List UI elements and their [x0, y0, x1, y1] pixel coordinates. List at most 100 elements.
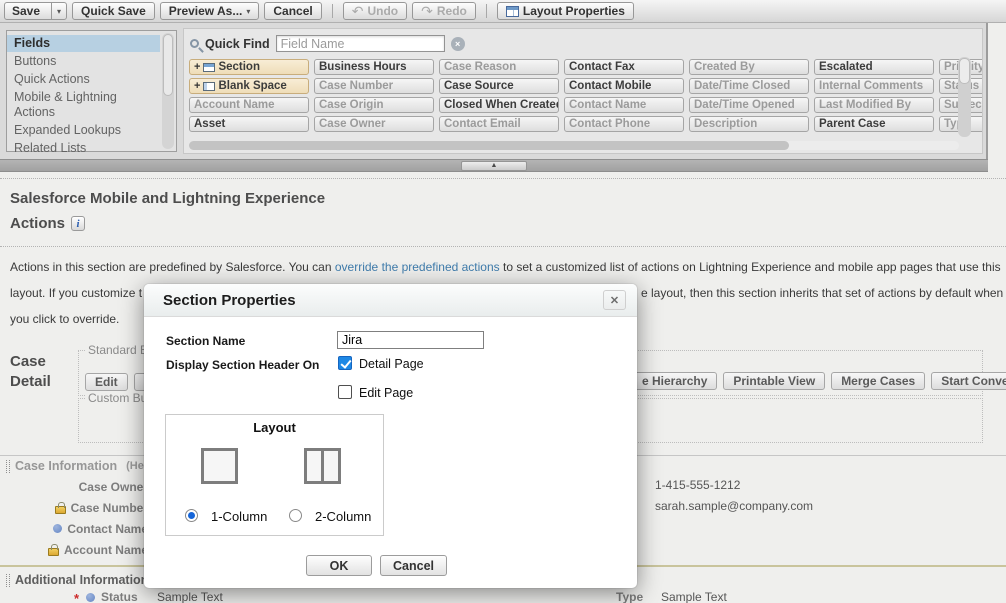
- toolbar-separator: [332, 4, 333, 18]
- additional-information-header: Additional Information: [6, 573, 148, 587]
- sidebar-item-mobile-lightning-actions[interactable]: Mobile & Lightning Actions: [7, 89, 160, 121]
- section-name-input[interactable]: [337, 331, 484, 349]
- palette-item-label: Contact Fax: [569, 60, 635, 74]
- palette-item-parent-case[interactable]: Parent Case: [814, 116, 934, 132]
- palette-item-label: Date/Time Closed: [694, 79, 790, 93]
- button-printable-view[interactable]: Printable View: [723, 372, 825, 390]
- palette-item-case-number[interactable]: Case Number: [314, 78, 434, 94]
- field-label: Account Name: [64, 543, 148, 557]
- two-column-preview-icon: [304, 448, 341, 484]
- quick-find-input[interactable]: [276, 35, 445, 52]
- override-actions-link[interactable]: override the predefined actions: [335, 260, 500, 274]
- palette-item-case-owner[interactable]: Case Owner: [314, 116, 434, 132]
- palette-item-label: Escalated: [819, 60, 873, 74]
- quick-save-button[interactable]: Quick Save: [72, 2, 155, 20]
- preview-as-button[interactable]: Preview As... ▾: [160, 2, 260, 20]
- detail-page-checkbox[interactable]: [338, 356, 352, 370]
- palette-item-label: Section: [218, 60, 260, 74]
- save-button[interactable]: Save ▾: [4, 2, 67, 20]
- one-column-radio-label: 1-Column: [211, 509, 267, 524]
- field-palette-grid: Quick Find × + Section +Blank Space Account…: [183, 28, 983, 154]
- dialog-cancel-button[interactable]: Cancel: [380, 555, 447, 576]
- palette-item-case-reason[interactable]: Case Reason: [439, 59, 559, 75]
- palette-item-created-by[interactable]: Created By: [689, 59, 809, 75]
- edit-page-checkbox[interactable]: [338, 385, 352, 399]
- palette-categories: FieldsButtonsQuick ActionsMobile & Light…: [7, 35, 160, 157]
- palette-item-contact-name[interactable]: Contact Name: [564, 97, 684, 113]
- palette-item-closed-when-created[interactable]: Closed When Created: [439, 97, 559, 113]
- case-detail-title-line2: Detail: [10, 372, 51, 392]
- preview-as-label: Preview As...: [169, 4, 243, 18]
- field-palette: FieldsButtonsQuick ActionsMobile & Light…: [0, 23, 988, 159]
- field-label-row-case-number: Case Number: [0, 497, 148, 518]
- palette-horizontal-scrollbar[interactable]: [189, 141, 959, 150]
- quick-save-label: Quick Save: [81, 4, 146, 18]
- drag-handle-icon[interactable]: [6, 574, 10, 587]
- field-dot-icon: [53, 524, 62, 533]
- palette-item-label: Date/Time Opened: [694, 98, 795, 112]
- contact-email-value: sarah.sample@company.com: [655, 499, 813, 513]
- sidebar-scrollbar-thumb[interactable]: [163, 34, 173, 96]
- palette-item-label: Case Owner: [319, 117, 385, 131]
- sidebar-item-buttons[interactable]: Buttons: [7, 53, 160, 70]
- button-e-hierarchy[interactable]: e Hierarchy: [632, 372, 717, 390]
- drag-handle-icon[interactable]: [6, 460, 10, 473]
- layout-fieldset: Layout 1-Column 2-Column: [165, 414, 384, 536]
- palette-horizontal-scrollbar-thumb[interactable]: [189, 141, 789, 150]
- undo-button[interactable]: ↶ Undo: [343, 2, 407, 20]
- redo-icon: ↷: [421, 5, 433, 17]
- palette-item-account-name[interactable]: Account Name: [189, 97, 309, 113]
- palette-collapse-bar: ▲: [0, 159, 988, 172]
- palette-item-business-hours[interactable]: Business Hours: [314, 59, 434, 75]
- palette-item-last-modified-by[interactable]: Last Modified By: [814, 97, 934, 113]
- info-icon[interactable]: i: [71, 216, 85, 231]
- ok-button[interactable]: OK: [306, 555, 372, 576]
- quick-find-bar: Quick Find ×: [190, 35, 465, 52]
- sidebar-scrollbar[interactable]: [162, 33, 174, 149]
- two-column-radio[interactable]: [289, 509, 302, 522]
- layout-properties-label: Layout Properties: [523, 4, 625, 18]
- field-label-row-contact-name: Contact Name: [0, 518, 148, 539]
- palette-vertical-scrollbar-thumb[interactable]: [959, 58, 970, 84]
- sidebar-item-expanded-lookups[interactable]: Expanded Lookups: [7, 122, 160, 139]
- palette-item-blank-space[interactable]: +Blank Space: [189, 78, 309, 94]
- collapse-palette-button[interactable]: ▲: [461, 161, 527, 171]
- palette-item-asset[interactable]: Asset: [189, 116, 309, 132]
- top-toolbar: Save ▾ Quick Save Preview As... ▾ Cancel…: [0, 0, 1006, 23]
- add-icon: +: [194, 60, 200, 74]
- field-label: Case Number: [71, 501, 148, 515]
- palette-vertical-scrollbar[interactable]: [958, 57, 971, 137]
- palette-item-label: Blank Space: [218, 79, 286, 93]
- button-edit[interactable]: Edit: [85, 373, 128, 391]
- palette-item-escalated[interactable]: Escalated: [814, 59, 934, 75]
- layout-properties-button[interactable]: Layout Properties: [497, 2, 634, 20]
- actions-description-line3: you click to override.: [10, 312, 119, 326]
- clear-search-button[interactable]: ×: [451, 37, 465, 51]
- button-start-conversation[interactable]: Start Conversation: [931, 372, 1006, 390]
- palette-item-internal-comments[interactable]: Internal Comments: [814, 78, 934, 94]
- lock-icon: [48, 548, 59, 556]
- sidebar-item-fields[interactable]: Fields: [7, 35, 160, 52]
- cancel-button[interactable]: Cancel: [264, 2, 321, 20]
- case-info-labels: Case OwnerCase NumberContact NameAccount…: [0, 476, 148, 560]
- palette-item-case-source[interactable]: Case Source: [439, 78, 559, 94]
- button-merge-cases[interactable]: Merge Cases: [831, 372, 925, 390]
- sidebar-item-quick-actions[interactable]: Quick Actions: [7, 71, 160, 88]
- save-dropdown-icon[interactable]: ▾: [51, 3, 66, 19]
- palette-item-date-time-closed[interactable]: Date/Time Closed: [689, 78, 809, 94]
- sidebar-item-related-lists[interactable]: Related Lists: [7, 140, 160, 157]
- palette-item-label: Case Reason: [444, 60, 516, 74]
- redo-button[interactable]: ↷ Redo: [412, 2, 476, 20]
- palette-item-description[interactable]: Description: [689, 116, 809, 132]
- palette-item-contact-email[interactable]: Contact Email: [439, 116, 559, 132]
- one-column-radio[interactable]: [185, 509, 198, 522]
- search-icon: [190, 39, 199, 48]
- palette-item-contact-phone[interactable]: Contact Phone: [564, 116, 684, 132]
- toolbar-separator: [486, 4, 487, 18]
- close-icon[interactable]: ✕: [603, 290, 626, 310]
- palette-item-contact-mobile[interactable]: Contact Mobile: [564, 78, 684, 94]
- palette-item-case-origin[interactable]: Case Origin: [314, 97, 434, 113]
- palette-item-contact-fax[interactable]: Contact Fax: [564, 59, 684, 75]
- palette-item-section[interactable]: + Section: [189, 59, 309, 75]
- palette-item-date-time-opened[interactable]: Date/Time Opened: [689, 97, 809, 113]
